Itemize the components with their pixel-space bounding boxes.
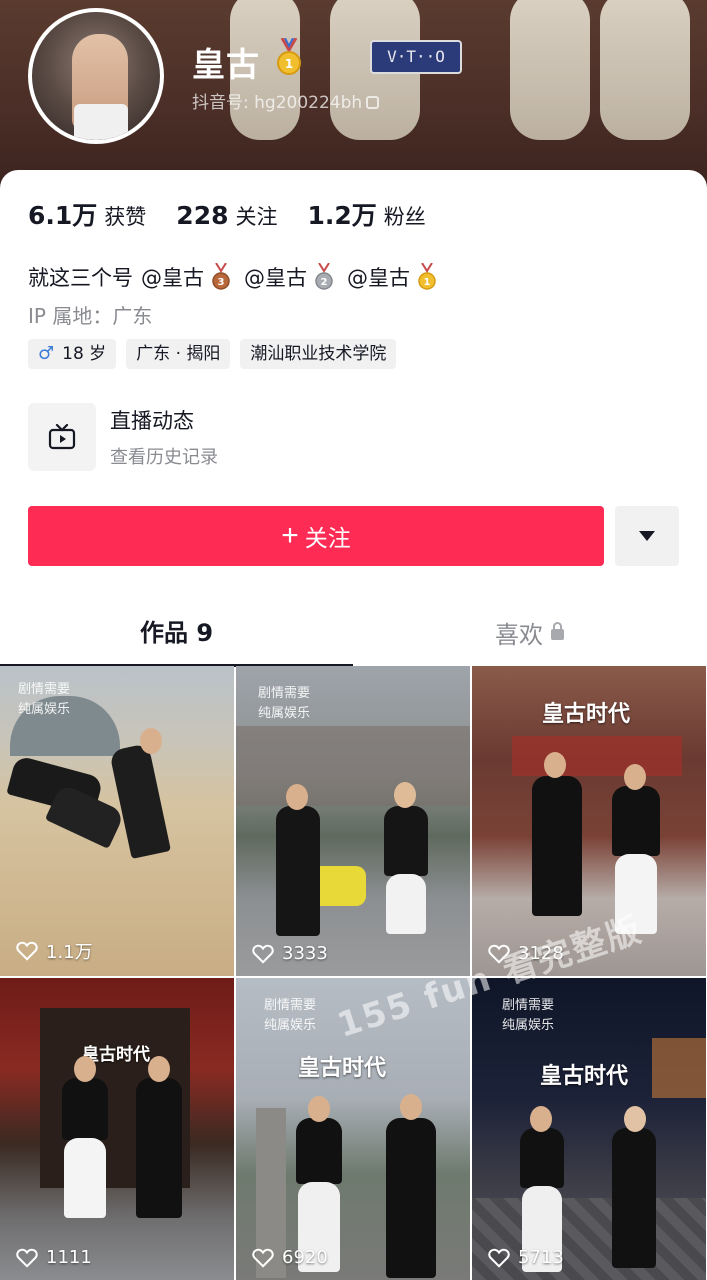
live-tv-icon [28, 403, 96, 471]
follow-label: 关注 [304, 525, 351, 551]
svg-text:1: 1 [424, 277, 431, 288]
video-label: 剧情需要 [502, 998, 555, 1013]
tag-age: ♂ 18 岁 [28, 339, 117, 369]
live-title: 直播动态 [110, 409, 194, 433]
tag-age-text: 18 岁 [62, 344, 107, 364]
video-likes: 6920 [252, 1247, 328, 1268]
silver-medal-icon: 2 [315, 263, 333, 290]
cover-plate: V·T··O [370, 40, 462, 74]
bio-mention[interactable]: @皇古 [244, 262, 307, 292]
video-label: 剧情需要 [264, 998, 317, 1013]
male-icon: ♂ [38, 343, 55, 364]
tab-works[interactable]: 作品 9 [0, 597, 353, 667]
content-tabs: 作品 9 喜欢 [0, 597, 707, 667]
video-likes: 5713 [488, 1247, 564, 1268]
video-title: 皇古时代 [542, 702, 631, 727]
heart-icon [16, 941, 38, 961]
heart-icon [252, 1248, 274, 1268]
video-label: 纯属娱乐 [18, 702, 71, 717]
video-likes: 3333 [252, 943, 328, 964]
tab-likes[interactable]: 喜欢 [353, 597, 706, 667]
gold-medal-icon: 1 [277, 38, 301, 75]
svg-text:2: 2 [321, 277, 328, 288]
video-label: 纯属娱乐 [264, 1018, 317, 1033]
stat-followers[interactable]: 1.2万 粉丝 [307, 196, 425, 232]
caret-down-icon [639, 531, 655, 541]
video-label: 纯属娱乐 [502, 1018, 555, 1033]
tag-row: ♂ 18 岁 广东 · 揭阳 潮汕职业技术学院 [28, 339, 397, 369]
svg-text:1: 1 [285, 57, 293, 71]
stat-followers-value: 1.2万 [307, 201, 377, 230]
video-likes-count: 3333 [282, 943, 328, 964]
stat-likes-value: 6.1万 [28, 201, 98, 230]
video-likes-count: 6920 [282, 1247, 328, 1268]
bio-prefix: 就这三个号 [28, 266, 133, 290]
heart-icon [16, 1248, 38, 1268]
stat-following-label: 关注 [235, 205, 278, 229]
stat-following-value: 228 [176, 201, 229, 230]
follow-button[interactable]: + 关注 [28, 506, 604, 566]
video-thumbnail[interactable]: 皇古时代 1111 [0, 978, 234, 1280]
cover-figure [510, 0, 590, 140]
gold-medal-icon: 1 [418, 263, 436, 290]
video-likes-count: 5713 [518, 1247, 564, 1268]
video-label: 剧情需要 [18, 682, 71, 697]
tag-school[interactable]: 潮汕职业技术学院 [240, 339, 397, 369]
tab-likes-label: 喜欢 [495, 620, 543, 649]
bio-mention[interactable]: @皇古 [347, 262, 410, 292]
video-label: 剧情需要 [258, 686, 311, 701]
live-subtitle: 查看历史记录 [110, 447, 218, 468]
ip-location: IP 属地：广东 [28, 304, 153, 328]
heart-icon [252, 944, 274, 964]
video-likes-count: 1.1万 [46, 942, 93, 963]
cover-figure [600, 0, 690, 140]
stat-likes[interactable]: 6.1万 获赞 [28, 196, 146, 232]
tab-works-label: 作品 9 [139, 619, 214, 647]
video-grid: 剧情需要 纯属娱乐 1.1万 剧情需要 纯属娱乐 3333 皇古时代 3128 … [0, 666, 707, 1280]
bronze-medal-icon: 3 [212, 263, 230, 290]
video-title: 皇古时代 [540, 1064, 629, 1089]
video-thumbnail[interactable]: 剧情需要 纯属娱乐 皇古时代 5713 [472, 978, 706, 1280]
douyin-id: 抖音号: hg200224bh [192, 88, 380, 113]
heart-icon [488, 1248, 510, 1268]
video-likes: 1111 [16, 1247, 92, 1268]
video-likes: 1.1万 [16, 938, 93, 964]
profile-card: 6.1万 获赞 228 关注 1.2万 粉丝 就这三个号 @皇古 3 @皇古 2… [0, 170, 707, 670]
stat-likes-label: 获赞 [104, 205, 147, 229]
video-title: 皇古时代 [298, 1056, 387, 1081]
live-history-entry[interactable]: 直播动态 查看历史记录 [28, 403, 218, 471]
tag-location: 广东 · 揭阳 [126, 339, 231, 369]
stats-row: 6.1万 获赞 228 关注 1.2万 粉丝 [28, 196, 456, 232]
video-thumbnail[interactable]: 剧情需要 纯属娱乐 1.1万 [0, 666, 234, 976]
lock-icon [551, 621, 564, 640]
tag-school-text: 潮汕职业技术学院 [250, 344, 387, 364]
video-likes-count: 1111 [46, 1247, 92, 1268]
profile-name: 皇古 [192, 45, 260, 84]
stat-followers-label: 粉丝 [383, 205, 426, 229]
bio: 就这三个号 @皇古 3 @皇古 2 @皇古 1 [28, 262, 450, 292]
more-dropdown-button[interactable] [615, 506, 679, 566]
stat-following[interactable]: 228 关注 [176, 201, 277, 231]
svg-text:3: 3 [218, 277, 225, 288]
douyin-id-text: 抖音号: hg200224bh [192, 93, 363, 113]
video-label: 纯属娱乐 [258, 706, 311, 721]
copy-icon[interactable] [366, 96, 380, 109]
avatar[interactable] [28, 8, 164, 144]
video-thumbnail[interactable]: 剧情需要 纯属娱乐 3333 [236, 666, 470, 976]
plus-icon: + [281, 519, 299, 552]
bio-mention[interactable]: @皇古 [141, 262, 204, 292]
tag-location-text: 广东 · 揭阳 [136, 344, 221, 364]
